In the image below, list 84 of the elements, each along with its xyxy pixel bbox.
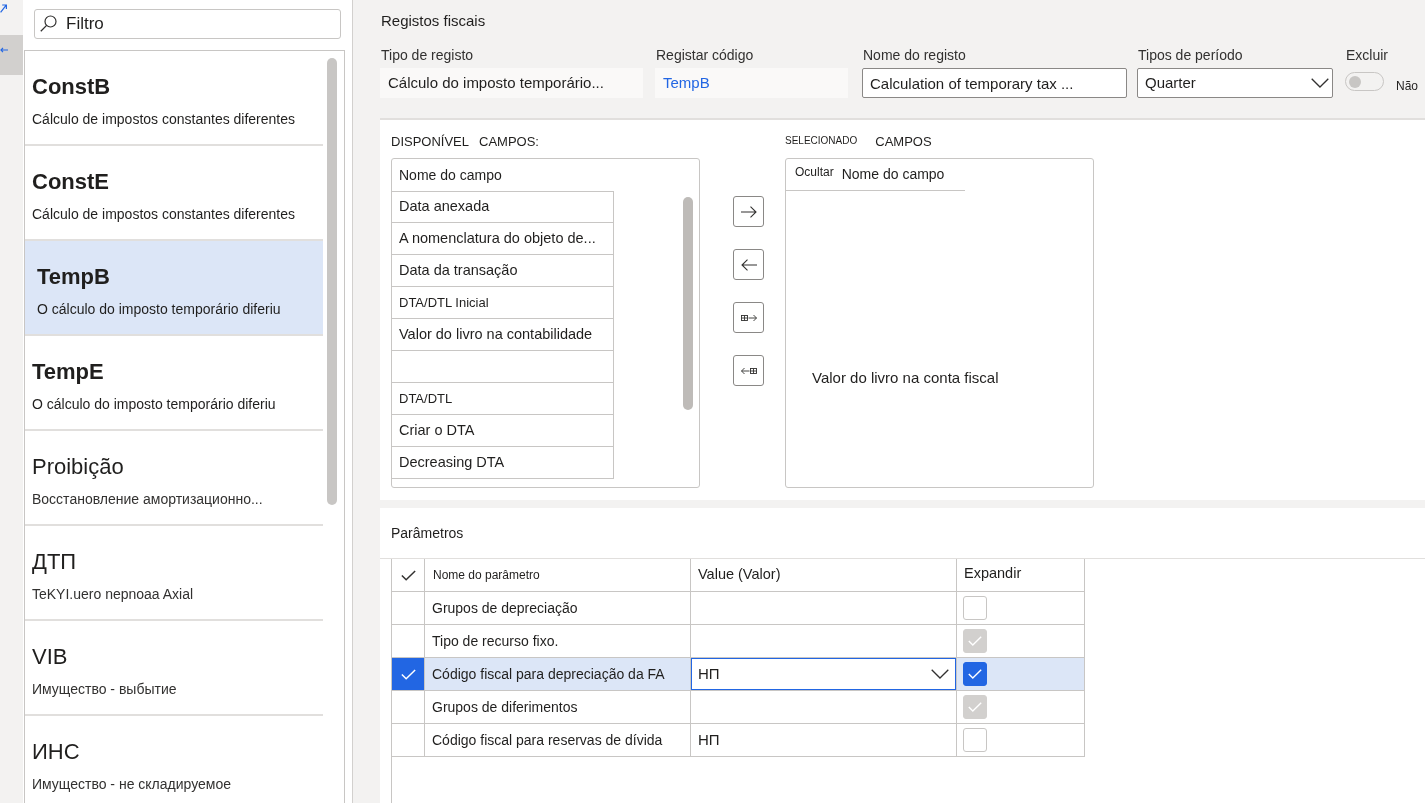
list-item[interactable]: Valor do livro na conta fiscal bbox=[812, 367, 999, 390]
search-icon bbox=[40, 15, 57, 32]
value-dropdown[interactable]: НП bbox=[691, 658, 956, 690]
filter-field[interactable]: Filtro bbox=[34, 9, 341, 39]
item-description: Имущество - не складируемое bbox=[32, 775, 231, 794]
item-title: ИНС bbox=[32, 738, 80, 766]
form-title: Registos fiscais bbox=[381, 11, 486, 31]
item-title: Proibição bbox=[32, 453, 124, 481]
check-icon bbox=[400, 668, 416, 680]
period-dropdown[interactable]: Quarter bbox=[1137, 68, 1333, 98]
code-field[interactable]: TempB bbox=[655, 68, 848, 98]
grid-left-arrow-icon bbox=[740, 366, 757, 375]
move-all-left-button[interactable] bbox=[733, 355, 764, 386]
nav-item[interactable] bbox=[0, 35, 23, 75]
item-description: Имущество - выбытие bbox=[32, 680, 177, 699]
item-title: VIB bbox=[32, 643, 68, 671]
section-label: CAMPOS bbox=[875, 134, 932, 150]
toggle-switch[interactable] bbox=[1345, 72, 1384, 91]
row-selector[interactable] bbox=[392, 592, 425, 625]
list-item[interactable]: Decreasing DTA bbox=[392, 447, 614, 479]
row-selector[interactable] bbox=[392, 691, 425, 724]
readonly-field: Cálculo do imposto temporário... bbox=[380, 68, 643, 98]
chevron-down-icon bbox=[931, 669, 949, 679]
item-description: TeKYI.uero nepnoaa Axial bbox=[32, 585, 194, 604]
column-header: Ocultar bbox=[795, 164, 834, 181]
item-title: TempB bbox=[37, 263, 110, 291]
field-label: Excluir bbox=[1346, 46, 1388, 64]
list-item[interactable]: DTA/DTL bbox=[392, 383, 614, 415]
diagonal-arrow-icon[interactable] bbox=[0, 4, 7, 13]
item-title: ConstB bbox=[32, 73, 111, 101]
left-arrow-icon bbox=[740, 258, 757, 271]
list-item[interactable]: Valor do livro na contabilidade bbox=[392, 319, 614, 351]
left-arrow-icon bbox=[0, 47, 8, 53]
item-title: TempE bbox=[32, 358, 104, 386]
field-label: Tipo de registo bbox=[381, 46, 474, 64]
move-right-button[interactable] bbox=[733, 196, 764, 227]
checkbox[interactable] bbox=[963, 662, 987, 686]
table-cell: Grupos de depreciação bbox=[425, 592, 691, 625]
toggle-label: Não bbox=[1396, 79, 1418, 94]
item-description: O cálculo do imposto temporário diferiu bbox=[32, 395, 276, 414]
item-description: Cálculo de impostos constantes diferentes bbox=[32, 110, 296, 129]
list-item[interactable]: TempB O cálculo do imposto temporário diferiu bbox=[25, 241, 323, 336]
list-item[interactable]: A nomenclatura do objeto de... bbox=[392, 223, 614, 255]
column-header: Nome do campo bbox=[841, 165, 945, 184]
check-icon bbox=[968, 669, 982, 679]
list-item[interactable]: Criar o DTA bbox=[392, 415, 614, 447]
section-label: SELECIONADO bbox=[785, 135, 858, 147]
field-label: Registar código bbox=[656, 46, 754, 64]
item-description: Восстановление амортизационно... bbox=[32, 490, 263, 509]
list-item[interactable] bbox=[392, 351, 614, 383]
check-icon[interactable] bbox=[400, 569, 416, 581]
list-item[interactable]: Data da transação bbox=[392, 255, 614, 287]
section-title: Parâmetros bbox=[391, 523, 464, 543]
check-icon bbox=[968, 636, 982, 646]
item-description: O cálculo do imposto temporário diferiu bbox=[37, 300, 281, 319]
checkbox[interactable] bbox=[963, 596, 987, 620]
item-description: Cálculo de impostos constantes diferentes bbox=[32, 205, 296, 224]
grid-right-arrow-icon bbox=[740, 313, 757, 322]
checkbox[interactable] bbox=[963, 728, 987, 752]
list-item[interactable]: DTA/DTL Inicial bbox=[392, 287, 614, 319]
check-icon bbox=[968, 702, 982, 712]
section-label: CAMPOS: bbox=[479, 134, 539, 150]
table-cell: Código fiscal para depreciação da FA bbox=[425, 658, 691, 691]
table-cell: Código fiscal para reservas de dívida bbox=[425, 724, 691, 757]
scrollbar[interactable] bbox=[683, 197, 693, 410]
name-input[interactable]: Calculation of temporary tax ... bbox=[862, 68, 1127, 98]
section-label: DISPONÍVEL bbox=[391, 134, 470, 150]
right-arrow-icon bbox=[740, 205, 757, 218]
row-selector[interactable] bbox=[392, 724, 425, 757]
table-cell: Grupos de diferimentos bbox=[425, 691, 691, 724]
scrollbar[interactable] bbox=[327, 58, 337, 505]
chevron-down-icon bbox=[1311, 78, 1329, 88]
list-item[interactable]: Data anexada bbox=[392, 191, 614, 223]
column-header: Nome do campo bbox=[399, 165, 502, 185]
item-title: ДТП bbox=[32, 548, 77, 576]
table-cell: НП bbox=[691, 724, 957, 757]
move-all-right-button[interactable] bbox=[733, 302, 764, 333]
move-left-button[interactable] bbox=[733, 249, 764, 280]
item-title: ConstE bbox=[32, 168, 109, 196]
row-selector[interactable] bbox=[392, 658, 425, 691]
row-selector[interactable] bbox=[392, 625, 425, 658]
table-cell: Tipo de recurso fixo. bbox=[425, 625, 691, 658]
field-label: Tipos de período bbox=[1138, 46, 1243, 64]
field-label: Nome do registo bbox=[863, 46, 966, 64]
